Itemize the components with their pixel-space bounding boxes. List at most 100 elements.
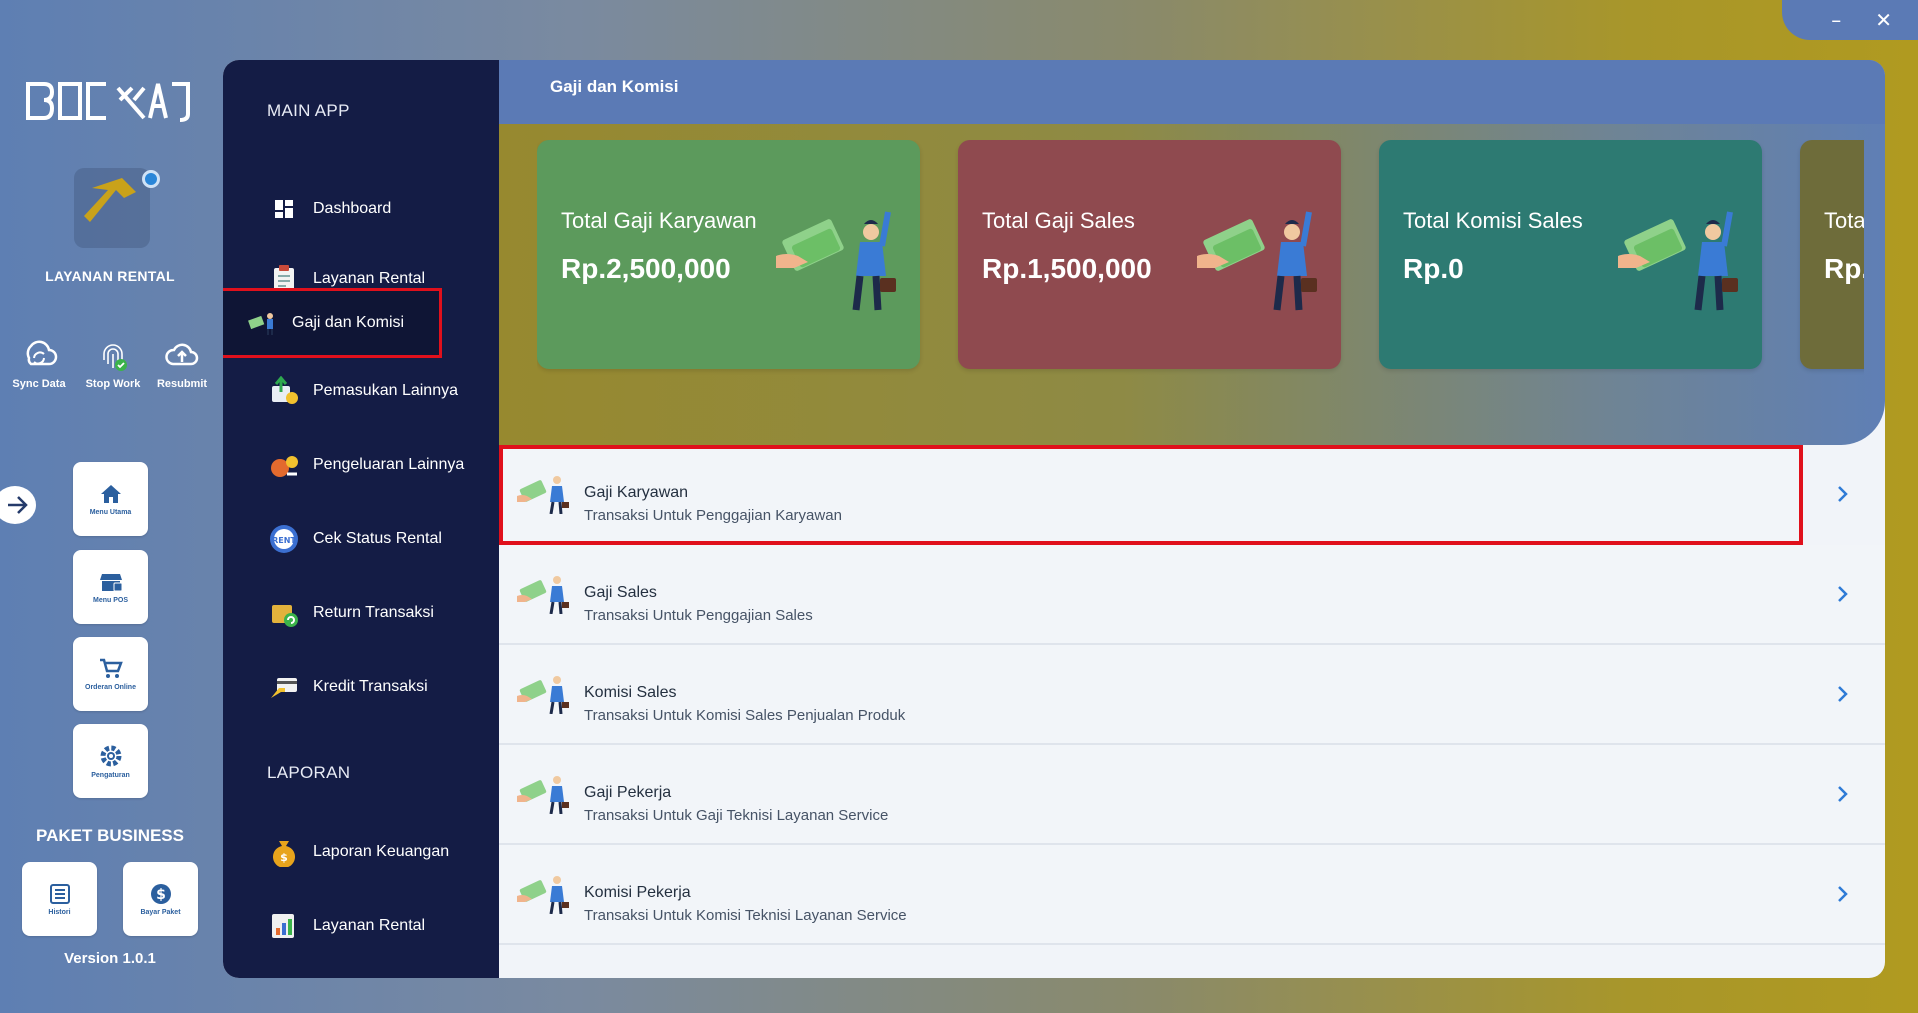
svg-text:$: $ — [156, 887, 166, 903]
credit-card-icon — [269, 672, 299, 702]
menu-pos-label: Menu POS — [92, 596, 128, 604]
main-window: MAIN APP Dashboard Layanan Rental Gaji d… — [223, 60, 1885, 978]
stat-card-gaji-karyawan[interactable]: Total Gaji Karyawan Rp.2,500,000 — [537, 140, 920, 369]
pengaturan-tile[interactable]: Pengaturan — [73, 724, 148, 798]
histori-label: Histori — [48, 908, 71, 916]
stat-value: Rp.0 — [1403, 253, 1464, 284]
minimize-button[interactable]: – — [1831, 10, 1841, 30]
orderan-online-label: Orderan Online — [85, 683, 136, 691]
bayar-paket-label: Bayar Paket — [140, 908, 181, 916]
arrow-right-icon — [8, 496, 28, 514]
window-controls: – ✕ — [1782, 0, 1918, 40]
row-subtitle: Transaksi Untuk Gaji Teknisi Layanan Ser… — [584, 807, 889, 824]
orderan-online-tile[interactable]: Orderan Online — [73, 637, 148, 711]
list-item-komisi-sales[interactable]: Komisi Sales Transaksi Untuk Komisi Sale… — [499, 645, 1885, 745]
mode-label: LAYANAN RENTAL — [45, 268, 175, 284]
stat-value: Rp.2,500,000 — [561, 253, 731, 284]
cloud-upload-icon — [165, 343, 199, 366]
row-subtitle: Transaksi Untuk Penggajian Sales — [584, 607, 813, 624]
dollar-icon: $ — [150, 883, 171, 904]
list-item-gaji-sales[interactable]: Gaji Sales Transaksi Untuk Penggajian Sa… — [499, 545, 1885, 645]
bayar-paket-tile[interactable]: $ Bayar Paket — [123, 862, 198, 936]
salary-illustration-icon — [776, 211, 896, 311]
sidebar-item-pemasukan-lainnya[interactable]: Pemasukan Lainnya — [235, 356, 485, 426]
row-title: Gaji Pekerja — [584, 784, 672, 801]
chevron-right-icon — [1838, 886, 1848, 902]
sidebar-item-label: Cek Status Rental — [313, 530, 442, 547]
salary-icon — [517, 576, 569, 614]
close-button[interactable]: ✕ — [1875, 10, 1892, 30]
expand-sidebar-button[interactable] — [0, 486, 36, 524]
chevron-right-icon — [1838, 786, 1848, 802]
svg-text:RENT: RENT — [272, 536, 296, 545]
sidebar-item-kredit-transaksi[interactable]: Kredit Transaksi — [235, 652, 485, 722]
stat-card-total[interactable]: Total Rp.0 — [1800, 140, 1864, 369]
pengaturan-label: Pengaturan — [91, 771, 130, 779]
sync-data-button[interactable]: Sync Data — [2, 336, 76, 390]
version-label: Version 1.0.1 — [64, 950, 156, 967]
sync-icon — [26, 340, 58, 366]
row-title: Komisi Sales — [584, 684, 677, 701]
menu-list: Gaji Karyawan Transaksi Untuk Penggajian… — [499, 445, 1885, 945]
rental-app-icon — [74, 168, 150, 248]
main-app-heading: MAIN APP — [267, 101, 350, 120]
page-title: Gaji dan Komisi — [550, 77, 679, 96]
main-sidebar: MAIN APP Dashboard Layanan Rental Gaji d… — [223, 60, 499, 978]
report-icon — [269, 911, 299, 941]
list-item-komisi-pekerja[interactable]: Komisi Pekerja Transaksi Untuk Komisi Te… — [499, 845, 1885, 945]
dashboard-icon — [269, 194, 299, 224]
histori-tile[interactable]: Histori — [22, 862, 97, 936]
sidebar-item-laporan-keuangan[interactable]: $ Laporan Keuangan — [235, 817, 485, 887]
store-icon — [99, 573, 122, 591]
resubmit-button[interactable]: Resubmit — [145, 336, 219, 390]
sidebar-item-return-transaksi[interactable]: Return Transaksi — [235, 578, 485, 648]
left-rail: LAYANAN RENTAL Sync Data Stop Work Resub… — [0, 0, 220, 1013]
page-header: Gaji dan Komisi — [499, 60, 1885, 124]
sidebar-item-label: Return Transaksi — [313, 604, 434, 621]
stat-title: Total Gaji Sales — [982, 208, 1135, 233]
menu-utama-tile[interactable]: Menu Utama — [73, 462, 148, 536]
sidebar-item-dashboard[interactable]: Dashboard — [235, 174, 485, 244]
stat-card-gaji-sales[interactable]: Total Gaji Sales Rp.1,500,000 — [958, 140, 1341, 369]
row-title: Gaji Karyawan — [584, 484, 689, 501]
salary-icon — [517, 776, 569, 814]
sidebar-item-label: Kredit Transaksi — [313, 678, 428, 695]
list-item-gaji-pekerja[interactable]: Gaji Pekerja Transaksi Untuk Gaji Teknis… — [499, 745, 1885, 845]
sidebar-item-gaji-dan-komisi[interactable]: Gaji dan Komisi — [223, 288, 442, 358]
salary-icon — [517, 676, 569, 714]
stop-work-button[interactable]: Stop Work — [76, 336, 150, 390]
sync-data-label: Sync Data — [12, 378, 66, 390]
salary-icon — [517, 476, 569, 514]
sidebar-item-label: Layanan Rental — [313, 917, 426, 934]
menu-pos-tile[interactable]: Menu POS — [73, 550, 148, 624]
row-subtitle: Transaksi Untuk Komisi Teknisi Layanan S… — [584, 907, 907, 924]
list-icon — [49, 883, 70, 904]
sidebar-item-laporan-layanan-rental[interactable]: Layanan Rental — [235, 891, 485, 961]
return-icon — [269, 598, 299, 628]
sidebar-item-label: Dashboard — [313, 200, 392, 217]
stat-title: Total Komisi Sales — [1403, 208, 1583, 233]
stat-value: Rp.0 — [1824, 253, 1864, 284]
list-item-gaji-karyawan[interactable]: Gaji Karyawan Transaksi Untuk Penggajian… — [499, 445, 1848, 545]
row-title: Komisi Pekerja — [584, 884, 691, 901]
sidebar-item-label: Pengeluaran Lainnya — [313, 456, 465, 473]
sidebar-item-label: Laporan Keuangan — [313, 843, 450, 860]
sidebar-item-label: Gaji dan Komisi — [292, 314, 405, 331]
stat-title: Total Gaji Karyawan — [561, 208, 757, 233]
row-title: Gaji Sales — [584, 584, 657, 601]
expense-icon — [269, 450, 299, 480]
sidebar-item-cek-status-rental[interactable]: RENT Cek Status Rental — [235, 504, 485, 574]
sidebar-item-pengeluaran-lainnya[interactable]: Pengeluaran Lainnya — [235, 430, 485, 500]
salary-illustration-icon — [1197, 211, 1317, 311]
stop-work-label: Stop Work — [85, 378, 141, 390]
sidebar-item-label: Layanan Rental — [313, 270, 426, 287]
stat-card-komisi-sales[interactable]: Total Komisi Sales Rp.0 — [1379, 140, 1762, 369]
brand-logo — [26, 82, 190, 122]
salary-icon — [517, 876, 569, 914]
paket-title: PAKET BUSINESS — [36, 826, 184, 845]
fingerprint-icon — [103, 344, 127, 371]
row-subtitle: Transaksi Untuk Penggajian Karyawan — [584, 507, 842, 524]
stat-cards: Total Gaji Karyawan Rp.2,500,000 Total G… — [537, 140, 1864, 376]
chevron-right-icon — [1838, 686, 1848, 702]
laporan-heading: LAPORAN — [267, 763, 351, 782]
